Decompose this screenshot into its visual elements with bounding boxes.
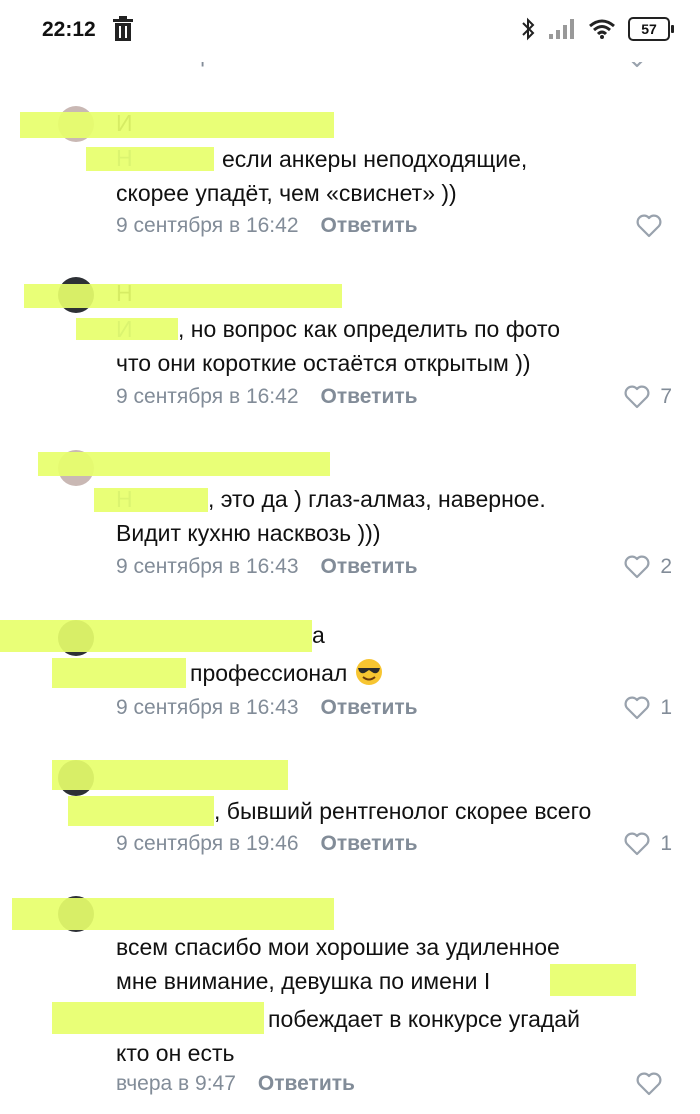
reply-button[interactable]: Ответить xyxy=(321,214,418,238)
heart-icon xyxy=(636,214,662,238)
redaction-mark xyxy=(24,284,342,308)
heart-icon xyxy=(624,696,650,720)
reply-button[interactable]: Ответить xyxy=(258,1072,355,1096)
comment-text: , бывший рентгенолог скорее всего xyxy=(214,798,592,824)
redaction-mark xyxy=(38,452,330,476)
redaction-mark xyxy=(76,318,178,340)
signal-icon xyxy=(549,19,574,39)
redaction-mark xyxy=(94,488,208,512)
heart-icon xyxy=(624,832,650,856)
battery-indicator: 57 xyxy=(628,17,674,41)
reply-button[interactable]: Ответить xyxy=(321,555,418,579)
comment-text: всем спасибо мои хорошие за удиленное xyxy=(116,934,560,960)
like-button[interactable] xyxy=(636,1070,672,1098)
comment-date: 9 сентября в 16:42 xyxy=(116,385,299,408)
redaction-mark xyxy=(68,796,214,826)
comment-text: , но вопрос как определить по фото xyxy=(178,316,561,342)
comment-date: 9 сентября в 16:42 xyxy=(116,214,299,237)
comment-text: , это да ) глаз-алмаз, наверное. xyxy=(208,486,546,512)
comment-text: кто он есть xyxy=(116,1040,235,1066)
comment-text: побеждает в конкурсе угадай xyxy=(268,1006,580,1032)
redaction-mark xyxy=(52,760,288,790)
sunglasses-emoji-icon xyxy=(356,659,383,685)
comment-text: мне внимание, девушка по имени I xyxy=(116,968,491,994)
bluetooth-icon xyxy=(522,17,535,41)
status-time: 22:12 xyxy=(42,18,96,41)
comment-text: что они короткие остаётся открытым )) xyxy=(116,350,531,376)
redaction-mark xyxy=(0,620,312,652)
redaction-mark xyxy=(12,898,334,930)
redaction-mark xyxy=(52,1002,264,1034)
comment-date: 9 сентября в 16:43 xyxy=(116,555,299,578)
like-button[interactable]: 2 xyxy=(624,553,672,581)
author-name[interactable]: а xyxy=(312,622,325,649)
redaction-mark xyxy=(52,658,186,688)
status-bar: 22:12 57 xyxy=(0,0,700,62)
like-button[interactable]: 1 xyxy=(624,830,672,858)
heart-icon xyxy=(636,1072,662,1096)
reply-button[interactable]: Ответить xyxy=(321,385,418,409)
comment-date: вчера в 9:47 xyxy=(116,1072,236,1095)
comment-date: 9 сентября в 19:46 xyxy=(116,832,299,855)
like-count: 2 xyxy=(660,555,672,578)
comment-text: Видит кухню насквозь ))) xyxy=(116,520,381,546)
like-count: 7 xyxy=(660,385,672,408)
comment-text: скорее упадёт, чем «свиснет» )) xyxy=(116,180,457,206)
redaction-mark xyxy=(20,112,334,138)
comment-text: если анкеры неподходящие, xyxy=(222,146,528,172)
redaction-mark xyxy=(86,147,214,171)
comment-text: профессионал xyxy=(190,660,348,686)
trash-icon xyxy=(113,16,133,41)
reply-button[interactable]: Ответить xyxy=(321,696,418,720)
comment-date: 9 сентября в 16:43 xyxy=(116,696,299,719)
like-count: 1 xyxy=(660,696,672,719)
reply-button[interactable]: Ответить xyxy=(321,832,418,856)
wifi-icon xyxy=(589,19,615,39)
redaction-mark xyxy=(550,964,636,996)
heart-icon xyxy=(624,385,650,409)
like-button[interactable] xyxy=(636,212,672,240)
like-count: 1 xyxy=(660,832,672,855)
heart-icon xyxy=(624,555,650,579)
like-button[interactable]: 7 xyxy=(624,383,672,411)
like-button[interactable]: 1 xyxy=(624,694,672,722)
